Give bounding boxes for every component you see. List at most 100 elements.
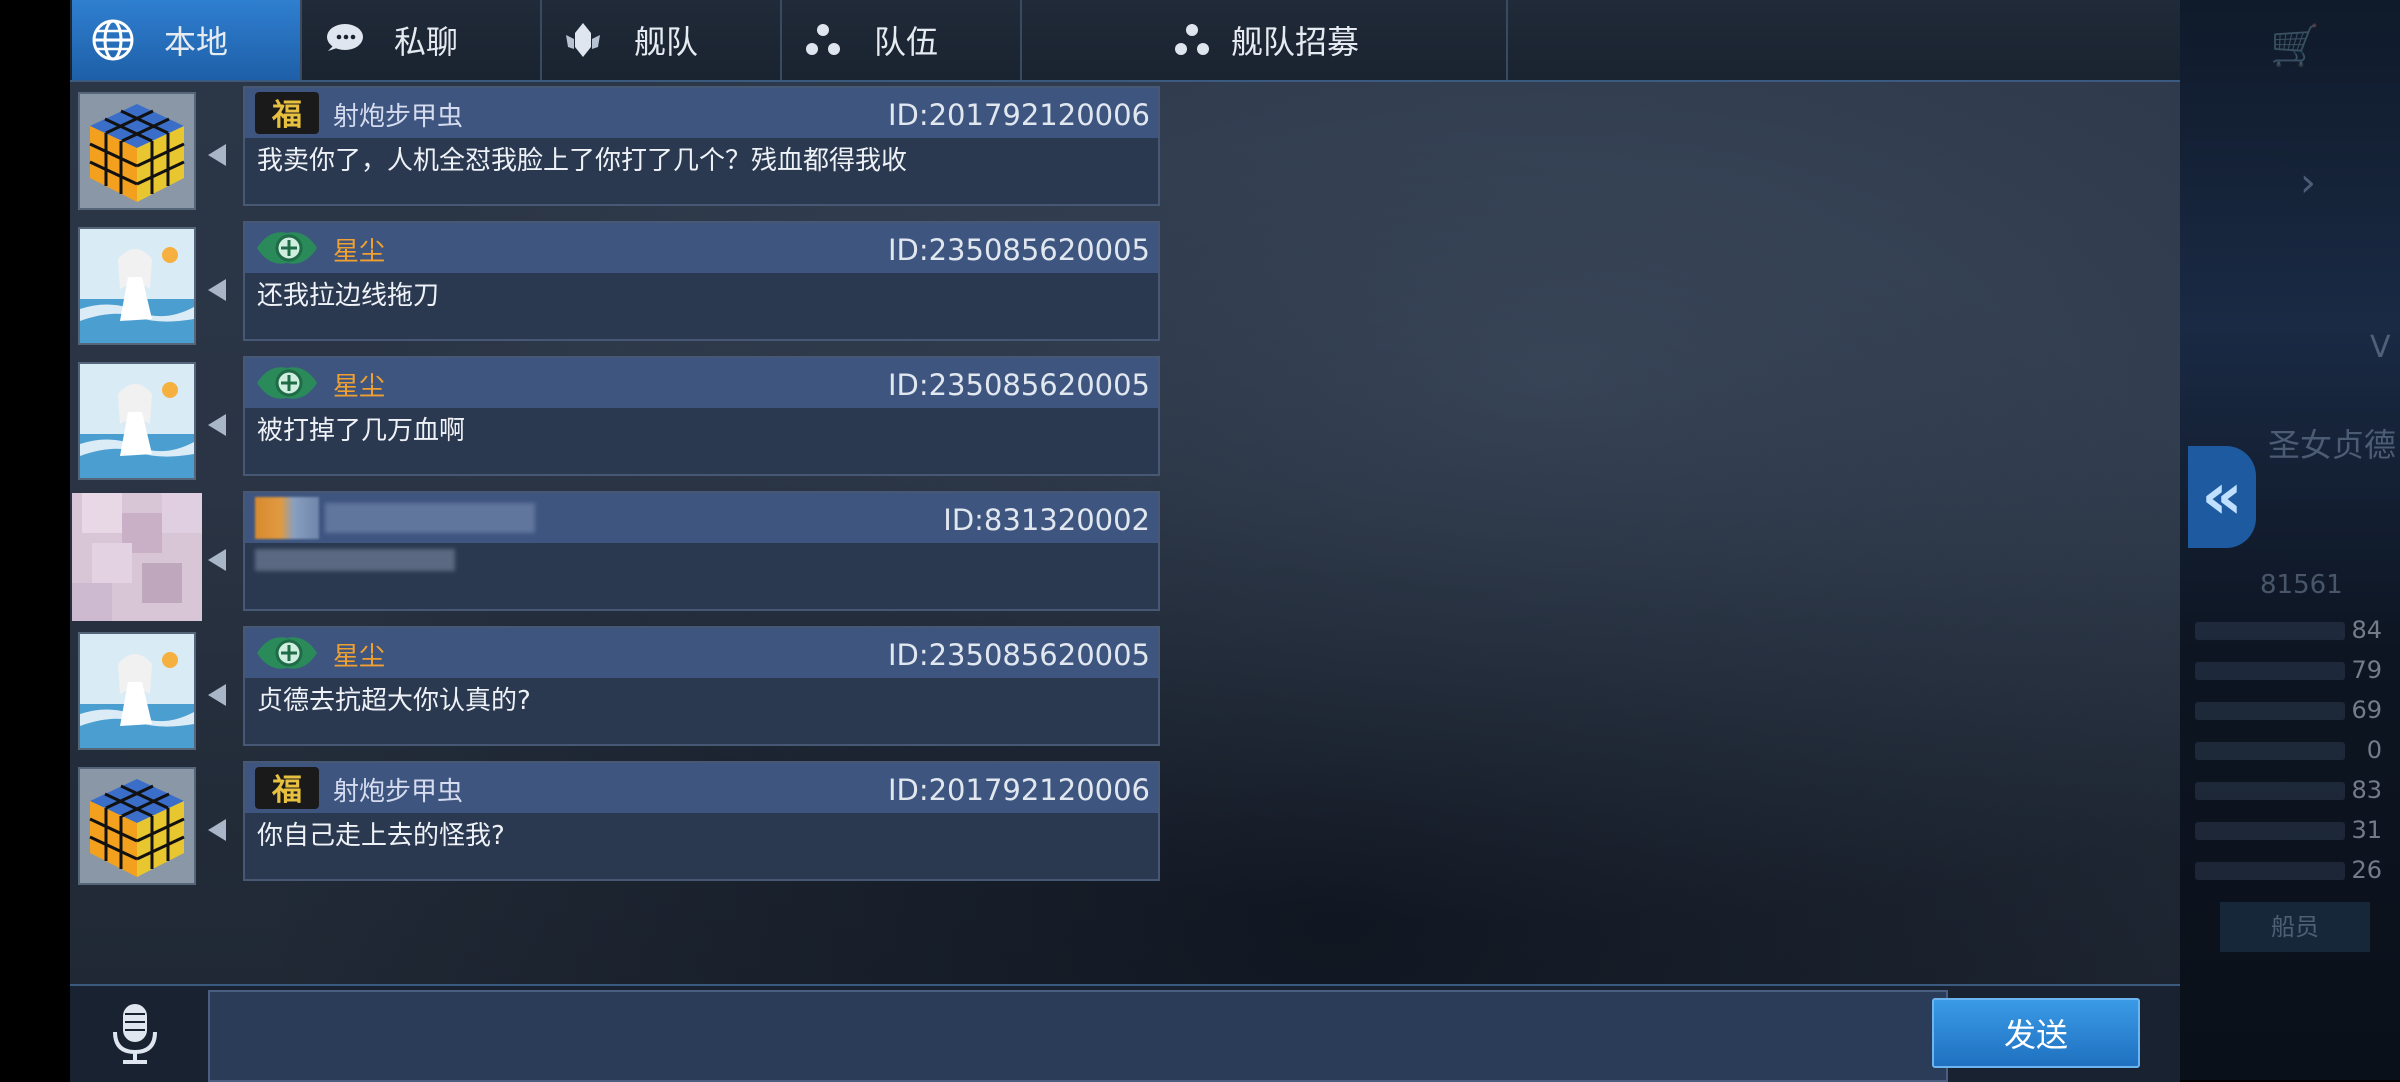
chat-message: 福 射炮步甲虫 ID:201792120006 你自己走上去的怪我?	[70, 761, 1170, 889]
bubble-pointer	[208, 144, 226, 166]
blurred-badge	[255, 497, 319, 539]
svg-text:福: 福	[271, 98, 302, 133]
chat-input-bar: 发送	[70, 984, 2180, 1082]
tab-fleet[interactable]: 舰队	[542, 0, 782, 80]
chat-message-input[interactable]	[208, 990, 1948, 1082]
tab-local-label: 本地	[164, 23, 229, 61]
message-bubble: ID:831320002	[243, 491, 1160, 611]
tab-fleet-label: 舰队	[634, 23, 699, 61]
message-header: 星尘 ID:235085620005	[245, 223, 1158, 273]
message-bubble: 星尘 ID:235085620005 贞德去抗超大你认真的?	[243, 626, 1160, 746]
stat-value: 69	[2351, 696, 2382, 724]
message-header: 福 射炮步甲虫 ID:201792120006	[245, 88, 1158, 138]
stat-value: 26	[2351, 856, 2382, 884]
bubble-pointer	[208, 684, 226, 706]
message-text: 还我拉边线拖刀	[257, 281, 440, 311]
bubble-pointer	[208, 819, 226, 841]
green-emblem-badge	[257, 367, 317, 399]
stat-bar	[2195, 662, 2345, 680]
stat-value: 79	[2351, 656, 2382, 684]
sender-name[interactable]: 星尘	[333, 231, 385, 268]
message-header: 星尘 ID:235085620005	[245, 358, 1158, 408]
chat-message: 星尘 ID:235085620005 贞德去抗超大你认真的?	[70, 626, 1170, 754]
green-emblem-badge	[257, 232, 317, 264]
sender-id: ID:831320002	[943, 503, 1150, 537]
stat-bar	[2195, 782, 2345, 800]
chat-message: ID:831320002	[70, 491, 1170, 621]
message-text: 被打掉了几万血啊	[257, 416, 466, 446]
sender-id: ID:235085620005	[887, 638, 1150, 672]
message-bubble: 星尘 ID:235085620005 被打掉了几万血啊	[243, 356, 1160, 476]
sender-name[interactable]: 星尘	[333, 366, 385, 403]
svg-text:福: 福	[271, 773, 302, 808]
message-header: ID:831320002	[245, 493, 1158, 543]
sender-name[interactable]: 星尘	[333, 636, 385, 673]
sender-name[interactable]: 射炮步甲虫	[333, 96, 463, 133]
message-header: 星尘 ID:235085620005	[245, 628, 1158, 678]
tab-private-chat[interactable]: 私聊	[302, 0, 542, 80]
left-edge	[0, 0, 70, 1080]
message-text: 你自己走上去的怪我?	[257, 821, 505, 851]
stat-bar	[2195, 622, 2345, 640]
crew-button[interactable]: 船员	[2220, 902, 2370, 952]
chat-tab-bar: 本地 私聊 舰队 队伍 舰队招募	[70, 0, 2180, 82]
bubble-pointer	[208, 549, 226, 571]
arrow-right-icon: ›	[2300, 160, 2316, 206]
sender-name[interactable]: 射炮步甲虫	[333, 771, 463, 808]
anime-girl-avatar[interactable]	[78, 632, 196, 750]
microphone-icon[interactable]	[105, 1000, 165, 1066]
stat-bar	[2195, 862, 2345, 880]
chat-message: 福 射炮步甲虫 ID:201792120006 我卖你了，人机全怼我脸上了你打了…	[70, 86, 1170, 214]
send-button-label: 发送	[2003, 1016, 2068, 1054]
backdrop-v-label: V	[2370, 330, 2391, 365]
anime-girl-avatar[interactable]	[78, 362, 196, 480]
message-text: 贞德去抗超大你认真的?	[257, 686, 531, 716]
chat-message: 星尘 ID:235085620005 还我拉边线拖刀	[70, 221, 1170, 349]
tab-fleet-recruit[interactable]: 舰队招募	[1022, 0, 1508, 80]
backdrop-value: 81561	[2260, 570, 2343, 600]
bubble-pointer	[208, 279, 226, 301]
backdrop-ship-name: 圣女贞德	[2268, 426, 2397, 464]
blurred-avatar[interactable]	[72, 493, 202, 621]
stat-bar	[2195, 822, 2345, 840]
rubik-cube-avatar[interactable]	[78, 92, 196, 210]
recruit-dots-icon	[1174, 24, 1209, 55]
anime-girl-avatar[interactable]	[78, 227, 196, 345]
cart-icon: 🛒	[2270, 23, 2320, 69]
stat-value: 84	[2351, 616, 2382, 644]
stat-value: 0	[2366, 736, 2382, 764]
green-emblem-badge	[257, 637, 317, 669]
message-bubble: 福 射炮步甲虫 ID:201792120006 我卖你了，人机全怼我脸上了你打了…	[243, 86, 1160, 206]
message-bubble: 福 射炮步甲虫 ID:201792120006 你自己走上去的怪我?	[243, 761, 1160, 881]
stat-value: 31	[2351, 816, 2382, 844]
tab-local[interactable]: 本地	[72, 0, 302, 80]
tab-team-label: 队伍	[874, 23, 939, 61]
sender-id: ID:201792120006	[887, 773, 1150, 807]
team-dots-icon	[806, 24, 840, 55]
stat-bar	[2195, 702, 2345, 720]
blurred-name	[325, 503, 535, 533]
send-button[interactable]: 发送	[1932, 998, 2140, 1068]
globe-icon	[92, 19, 134, 61]
tab-fleet-recruit-label: 舰队招募	[1230, 23, 1359, 61]
collapse-panel-button[interactable]: «	[2188, 446, 2256, 548]
message-header: 福 射炮步甲虫 ID:201792120006	[245, 763, 1158, 813]
fu-badge: 福	[255, 92, 319, 134]
fleet-emblem-icon	[566, 23, 600, 57]
fu-badge: 福	[255, 767, 319, 809]
sender-id: ID:235085620005	[887, 233, 1150, 267]
chat-bubble-icon	[327, 24, 363, 51]
tab-private-chat-label: 私聊	[394, 23, 459, 61]
bubble-pointer	[208, 414, 226, 436]
chat-message: 星尘 ID:235085620005 被打掉了几万血啊	[70, 356, 1170, 484]
message-bubble: 星尘 ID:235085620005 还我拉边线拖刀	[243, 221, 1160, 341]
rubik-cube-avatar[interactable]	[78, 767, 196, 885]
message-text: 我卖你了，人机全怼我脸上了你打了几个？残血都得我收	[257, 146, 908, 176]
blurred-text	[255, 549, 455, 571]
double-chevron-left-icon: «	[2201, 460, 2243, 534]
sender-id: ID:235085620005	[887, 368, 1150, 402]
sender-id: ID:201792120006	[887, 98, 1150, 132]
stat-value: 83	[2351, 776, 2382, 804]
stat-bar	[2195, 742, 2345, 760]
tab-team[interactable]: 队伍	[782, 0, 1022, 80]
